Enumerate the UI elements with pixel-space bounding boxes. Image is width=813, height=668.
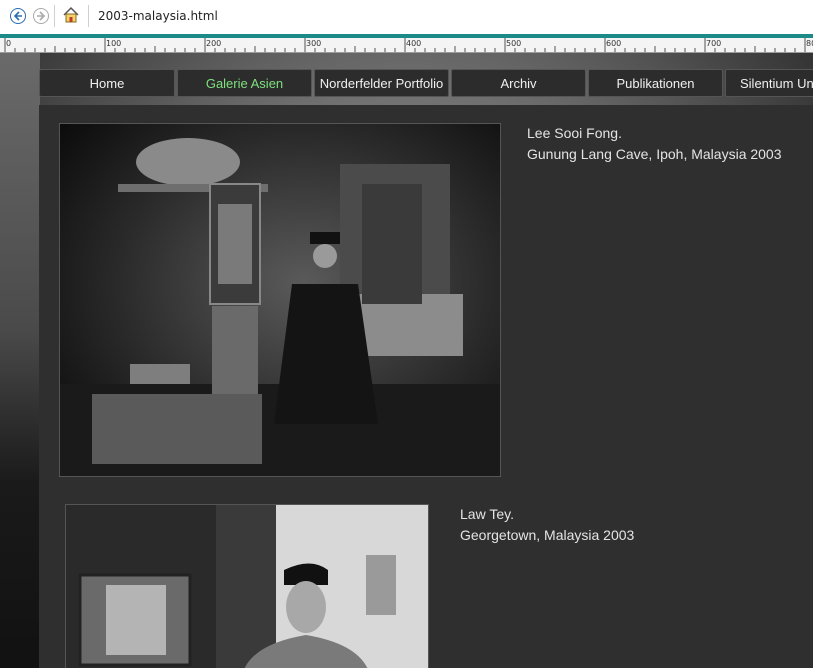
background-photo bbox=[0, 53, 40, 668]
horizontal-ruler: 0 100 200 300 400 500 600 700 80 bbox=[0, 38, 813, 53]
ruler-label: 200 bbox=[206, 39, 222, 48]
toolbar-separator bbox=[54, 5, 55, 27]
ruler-label: 300 bbox=[306, 39, 322, 48]
caption-place: Georgetown, Malaysia 2003 bbox=[460, 527, 635, 543]
photo-law-tey[interactable] bbox=[65, 504, 429, 668]
web-page: Home Galerie Asien Norderfelder Portfoli… bbox=[0, 53, 813, 668]
browser-toolbar: 2003-malaysia.html bbox=[0, 0, 813, 35]
caption-photo-1: Lee Sooi Fong. Gunung Lang Cave, Ipoh, M… bbox=[527, 123, 782, 165]
gallery-content: Lee Sooi Fong. Gunung Lang Cave, Ipoh, M… bbox=[39, 105, 813, 668]
caption-place: Gunung Lang Cave, Ipoh, Malaysia 2003 bbox=[527, 146, 782, 162]
menu-item-archiv[interactable]: Archiv bbox=[451, 69, 586, 97]
menu-item-publikationen[interactable]: Publikationen bbox=[588, 69, 723, 97]
menu-item-galerie-asien[interactable]: Galerie Asien bbox=[177, 69, 312, 97]
toolbar-separator bbox=[88, 5, 89, 27]
caption-photo-2: Law Tey. Georgetown, Malaysia 2003 bbox=[460, 504, 634, 546]
home-icon[interactable] bbox=[62, 6, 80, 24]
back-arrow-icon[interactable] bbox=[10, 8, 26, 24]
menu-item-norderfelder-portfolio[interactable]: Norderfelder Portfolio bbox=[314, 69, 449, 97]
menu-item-home[interactable]: Home bbox=[39, 69, 175, 97]
ruler-label: 600 bbox=[606, 39, 622, 48]
forward-arrow-icon[interactable] bbox=[33, 8, 49, 24]
ruler-label: 500 bbox=[506, 39, 522, 48]
ruler-label: 100 bbox=[106, 39, 122, 48]
ruler-label: 0 bbox=[6, 39, 12, 48]
main-menu: Home Galerie Asien Norderfelder Portfoli… bbox=[39, 69, 813, 97]
ruler-label: 700 bbox=[706, 39, 722, 48]
ruler-label: 80 bbox=[806, 39, 813, 48]
caption-name: Law Tey. bbox=[460, 506, 514, 522]
address-bar[interactable]: 2003-malaysia.html bbox=[98, 9, 218, 23]
photo-lee-sooi-fong[interactable] bbox=[59, 123, 501, 477]
caption-name: Lee Sooi Fong. bbox=[527, 125, 622, 141]
menu-item-silentium[interactable]: Silentium Un bbox=[725, 69, 813, 97]
ruler-label: 400 bbox=[406, 39, 422, 48]
